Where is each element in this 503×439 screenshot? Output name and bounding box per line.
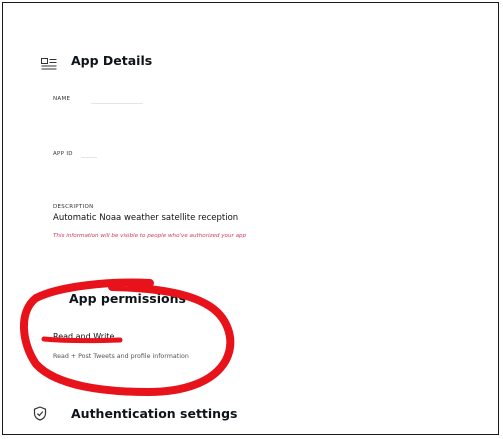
app-permissions-title: App permissions [69,291,186,306]
name-label: NAME [53,96,71,102]
app-id-label: APP ID [53,151,73,157]
app-settings-panel: App Details NAME APP ID DESCRIPTION Auto… [2,2,499,435]
app-details-header: App Details [41,53,153,69]
id-card-icon [41,55,57,69]
authentication-header[interactable]: Authentication settings [33,406,237,421]
app-id-value-redacted [81,157,97,158]
permission-level: Read and Write [53,332,115,341]
name-value-redacted [91,103,143,104]
authentication-title: Authentication settings [71,406,238,421]
visibility-hint: This information will be visible to peop… [53,233,247,239]
app-permissions-header: App permissions [69,291,186,306]
description-value: Automatic Noaa weather satellite recepti… [53,213,239,223]
description-label: DESCRIPTION [53,204,94,210]
permission-description: Read + Post Tweets and profile informati… [53,353,189,360]
app-details-title: App Details [71,53,153,68]
shield-check-icon [33,406,47,421]
